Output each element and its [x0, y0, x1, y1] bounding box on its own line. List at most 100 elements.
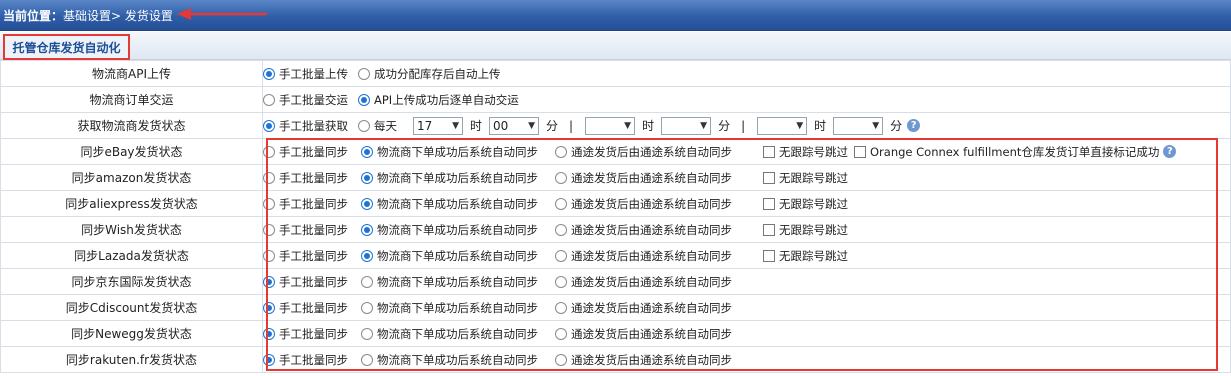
- radio-icon[interactable]: [263, 353, 275, 366]
- section-title: 托管仓库发货自动化: [3, 34, 130, 60]
- radio-icon[interactable]: [263, 67, 275, 80]
- sync-option-radio[interactable]: 物流商下单成功后系统自动同步: [361, 170, 555, 186]
- row-label: 同步Newegg发货状态: [0, 320, 263, 347]
- fetch-daily-radio[interactable]: 每天: [358, 118, 397, 134]
- sync-option-radio[interactable]: 通途发货后由通途系统自动同步: [555, 300, 751, 316]
- table-row: 物流商API上传 手工批量上传 成功分配库存后自动上传: [0, 60, 1231, 87]
- table-row: 同步京东国际发货状态 手工批量同步 物流商下单成功后系统自动同步 通途发货后由通途系统…: [0, 268, 1231, 295]
- radio-icon[interactable]: [555, 197, 567, 210]
- radio-icon[interactable]: [263, 275, 275, 288]
- sync-option-radio[interactable]: 物流商下单成功后系统自动同步: [361, 300, 555, 316]
- row-label: 同步rakuten.fr发货状态: [0, 346, 263, 373]
- radio-icon[interactable]: [361, 197, 373, 210]
- sync-option-radio[interactable]: 物流商下单成功后系统自动同步: [361, 274, 555, 290]
- sync-option-radio[interactable]: 物流商下单成功后系统自动同步: [361, 196, 555, 212]
- skip-tracking-checkbox[interactable]: 无跟踪号跳过: [763, 248, 848, 264]
- row-label: 物流商API上传: [0, 60, 263, 87]
- radio-icon[interactable]: [263, 249, 275, 262]
- skip-tracking-checkbox[interactable]: 无跟踪号跳过: [763, 196, 848, 212]
- radio-icon[interactable]: [263, 93, 275, 106]
- row-label: 同步京东国际发货状态: [0, 268, 263, 295]
- option-radio[interactable]: 手工批量上传: [263, 66, 348, 82]
- radio-icon[interactable]: [263, 223, 275, 236]
- row-label: 同步Cdiscount发货状态: [0, 294, 263, 321]
- table-row: 同步eBay发货状态 手工批量同步 物流商下单成功后系统自动同步 通途发货后由通途系统…: [0, 138, 1231, 165]
- help-icon[interactable]: ?: [907, 119, 921, 132]
- sync-option-radio[interactable]: 物流商下单成功后系统自动同步: [361, 222, 555, 238]
- sync-option-radio[interactable]: 通途发货后由通途系统自动同步: [555, 170, 751, 186]
- radio-icon[interactable]: [358, 93, 370, 106]
- skip-tracking-checkbox[interactable]: 无跟踪号跳过: [763, 222, 848, 238]
- sync-option-radio[interactable]: 手工批量同步: [263, 144, 361, 160]
- radio-icon[interactable]: [263, 301, 275, 314]
- row-label: 同步aliexpress发货状态: [0, 190, 263, 217]
- hour-select-1[interactable]: 17 ▼: [413, 116, 463, 135]
- oc-mark-checkbox[interactable]: Orange Connex fulfillment仓库发货订单直接标记成功: [854, 144, 1159, 160]
- sync-option-radio[interactable]: 手工批量同步: [263, 300, 361, 316]
- sync-option-radio[interactable]: 手工批量同步: [263, 222, 361, 238]
- radio-icon[interactable]: [555, 145, 567, 158]
- sync-option-radio[interactable]: 通途发货后由通途系统自动同步: [555, 196, 751, 212]
- radio-icon[interactable]: [358, 67, 370, 80]
- row-label: 同步eBay发货状态: [0, 138, 263, 165]
- radio-icon[interactable]: [555, 275, 567, 288]
- help-icon[interactable]: ?: [1163, 145, 1177, 158]
- sync-option-radio[interactable]: 通途发货后由通途系统自动同步: [555, 352, 751, 368]
- radio-icon[interactable]: [555, 327, 567, 340]
- hour-select-3[interactable]: ▼: [757, 116, 808, 135]
- radio-icon[interactable]: [361, 171, 373, 184]
- radio-icon[interactable]: [555, 223, 567, 236]
- radio-icon[interactable]: [361, 249, 373, 262]
- minute-select-1[interactable]: 00 ▼: [489, 116, 540, 135]
- radio-icon[interactable]: [361, 275, 373, 288]
- sync-option-radio[interactable]: 通途发货后由通途系统自动同步: [555, 144, 751, 160]
- fetch-manual-radio[interactable]: 手工批量获取: [263, 118, 348, 134]
- sync-option-radio[interactable]: 通途发货后由通途系统自动同步: [555, 222, 751, 238]
- sync-option-radio[interactable]: 手工批量同步: [263, 274, 361, 290]
- radio-icon[interactable]: [555, 249, 567, 262]
- table-row: 同步amazon发货状态 手工批量同步 物流商下单成功后系统自动同步 通途发货后由通途…: [0, 164, 1231, 191]
- settings-table: 物流商API上传 手工批量上传 成功分配库存后自动上传 物流商订单交运 手工批量交…: [0, 60, 1231, 373]
- breadcrumb-label: 当前位置：: [3, 8, 64, 23]
- sync-option-radio[interactable]: 手工批量同步: [263, 326, 361, 342]
- radio-icon[interactable]: [263, 171, 275, 184]
- minute-select-2[interactable]: ▼: [661, 116, 712, 135]
- sync-option-radio[interactable]: 物流商下单成功后系统自动同步: [361, 326, 555, 342]
- sync-option-radio[interactable]: 通途发货后由通途系统自动同步: [555, 274, 751, 290]
- radio-icon[interactable]: [361, 353, 373, 366]
- radio-icon[interactable]: [361, 327, 373, 340]
- radio-icon[interactable]: [555, 171, 567, 184]
- sync-option-radio[interactable]: 手工批量同步: [263, 170, 361, 186]
- row-label: 物流商订单交运: [0, 86, 263, 113]
- option-radio[interactable]: 手工批量交运: [263, 92, 348, 108]
- skip-tracking-checkbox[interactable]: 无跟踪号跳过: [763, 144, 848, 160]
- radio-icon[interactable]: [361, 223, 373, 236]
- arrow-icon: [177, 8, 267, 20]
- sync-option-radio[interactable]: 手工批量同步: [263, 352, 361, 368]
- option-radio[interactable]: API上传成功后逐单自动交运: [358, 92, 519, 108]
- sync-option-radio[interactable]: 物流商下单成功后系统自动同步: [361, 248, 555, 264]
- table-row: 同步aliexpress发货状态 手工批量同步 物流商下单成功后系统自动同步 通途发货…: [0, 190, 1231, 217]
- radio-icon[interactable]: [555, 353, 567, 366]
- hour-select-2[interactable]: ▼: [585, 116, 636, 135]
- radio-icon[interactable]: [555, 301, 567, 314]
- skip-tracking-checkbox[interactable]: 无跟踪号跳过: [763, 170, 848, 186]
- radio-icon[interactable]: [361, 301, 373, 314]
- table-row: 同步Wish发货状态 手工批量同步 物流商下单成功后系统自动同步 通途发货后由通途系统…: [0, 216, 1231, 243]
- sync-option-radio[interactable]: 物流商下单成功后系统自动同步: [361, 352, 555, 368]
- sync-option-radio[interactable]: 通途发货后由通途系统自动同步: [555, 326, 751, 342]
- option-radio[interactable]: 成功分配库存后自动上传: [358, 66, 501, 82]
- radio-icon[interactable]: [361, 145, 373, 158]
- row-label: 同步amazon发货状态: [0, 164, 263, 191]
- sync-option-radio[interactable]: 手工批量同步: [263, 248, 361, 264]
- row-label: 同步Lazada发货状态: [0, 242, 263, 269]
- minute-select-3[interactable]: ▼: [833, 116, 884, 135]
- sync-option-radio[interactable]: 通途发货后由通途系统自动同步: [555, 248, 751, 264]
- radio-icon[interactable]: [263, 145, 275, 158]
- table-row: 同步rakuten.fr发货状态 手工批量同步 物流商下单成功后系统自动同步 通途发货…: [0, 346, 1231, 373]
- radio-icon[interactable]: [263, 197, 275, 210]
- table-row: 物流商订单交运 手工批量交运 API上传成功后逐单自动交运: [0, 86, 1231, 113]
- radio-icon[interactable]: [263, 327, 275, 340]
- sync-option-radio[interactable]: 手工批量同步: [263, 196, 361, 212]
- sync-option-radio[interactable]: 物流商下单成功后系统自动同步: [361, 144, 555, 160]
